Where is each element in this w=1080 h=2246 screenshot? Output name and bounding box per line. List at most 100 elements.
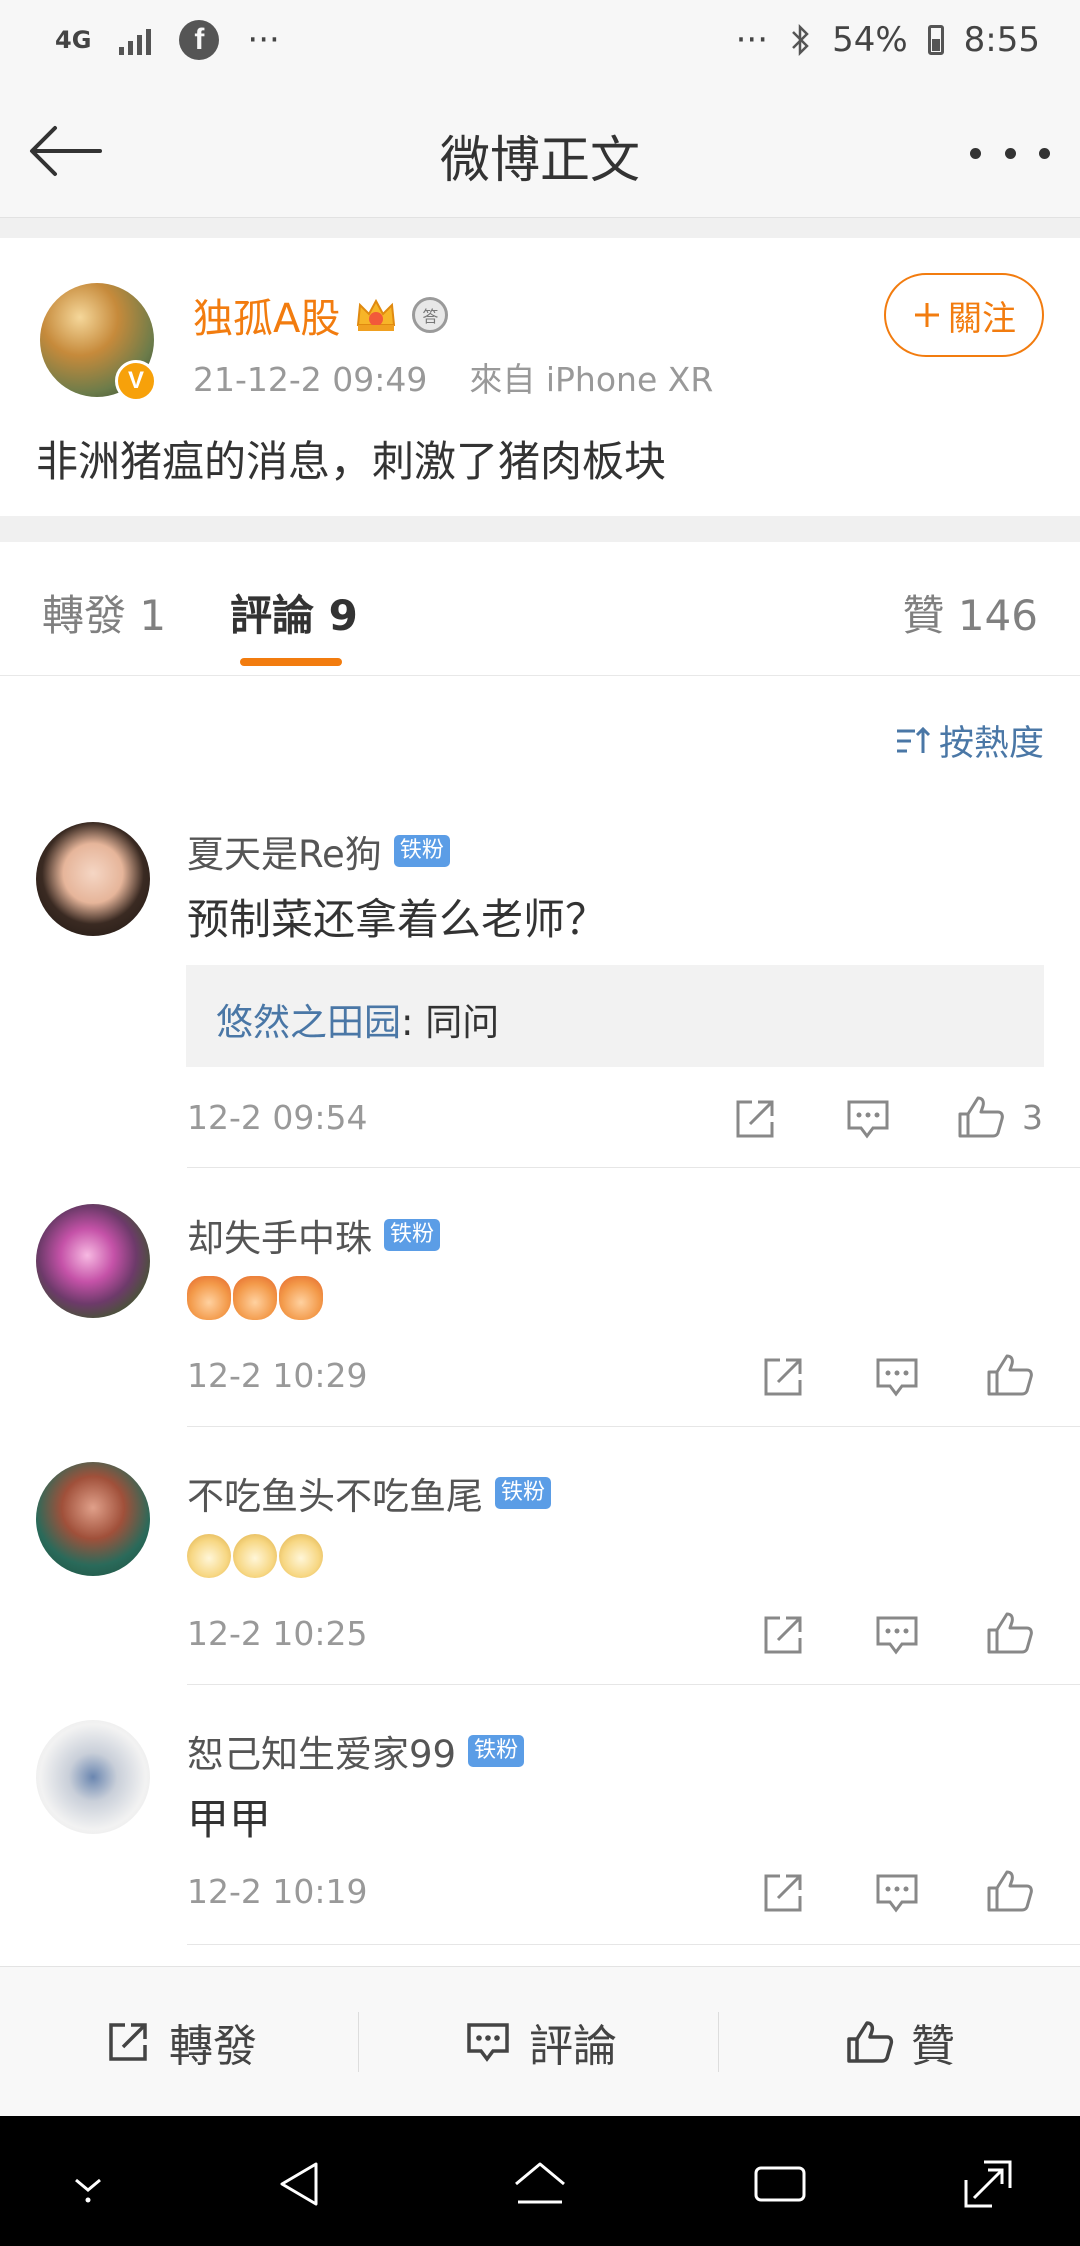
- comment-icon[interactable]: [843, 1094, 893, 1144]
- status-bar: 4G f ··· ··· 54% 8:55: [0, 0, 1080, 88]
- commenter-name[interactable]: 却失手中珠: [187, 1208, 372, 1262]
- commenter-name-row: 不吃鱼头不吃鱼尾 铁粉: [187, 1466, 552, 1520]
- more-dots-icon: [970, 147, 981, 159]
- commenter-avatar[interactable]: [36, 822, 150, 936]
- sort-label: 按熱度: [938, 724, 1044, 764]
- facebook-icon: f: [179, 20, 220, 60]
- comment-text: 预制菜还拿着么老师？: [187, 895, 608, 944]
- back-nav-icon[interactable]: [270, 2154, 330, 2214]
- comment-emoji-row: [187, 1270, 325, 1320]
- doge-icon: [279, 1533, 323, 1578]
- post-text: 非洲猪瘟的消息，刺激了猪肉板块: [36, 437, 667, 486]
- commenter-name-row: 恕己知生爱家99 铁粉: [187, 1724, 525, 1778]
- repost-icon[interactable]: [758, 1868, 808, 1918]
- separator: [718, 2012, 719, 2072]
- medal-icon: 答: [412, 297, 449, 333]
- like-icon: [847, 2021, 894, 2063]
- repost-label: 轉發: [169, 2021, 257, 2072]
- follow-button[interactable]: 關注: [884, 273, 1044, 357]
- commenter-name-row: 却失手中珠 铁粉: [187, 1208, 441, 1262]
- commenter-name[interactable]: 恕己知生爱家99: [187, 1724, 456, 1778]
- clock: 8:55: [963, 20, 1040, 60]
- system-nav-bar: [0, 2116, 1080, 2246]
- status-more: ···: [735, 20, 769, 60]
- recent-apps-icon[interactable]: [750, 2154, 810, 2214]
- comment-icon[interactable]: [872, 1868, 922, 1918]
- like-button[interactable]: 贊: [720, 1967, 1080, 2117]
- separator: [358, 2012, 359, 2072]
- follow-label: 關注: [948, 298, 1016, 339]
- comment-time: 12-2 10:29: [187, 1356, 368, 1395]
- fan-badge: 铁粉: [384, 1219, 441, 1251]
- notification-more: ···: [247, 20, 280, 60]
- post-source: 來自 iPhone XR: [469, 360, 714, 399]
- reply-separator: :: [401, 1001, 414, 1044]
- signal-icon: [119, 25, 152, 55]
- expand-icon[interactable]: [958, 2154, 1018, 2214]
- commenter-name[interactable]: 夏天是Re狗: [187, 824, 382, 878]
- commenter-avatar[interactable]: [36, 1720, 150, 1834]
- network-indicator: 4G: [55, 26, 92, 54]
- clapping-hands-icon: [279, 1275, 323, 1320]
- post-time: 21-12-2 09:49: [193, 360, 428, 399]
- like-label: 贊: [911, 2021, 955, 2072]
- reply-preview[interactable]: 悠然之田园: 同问: [186, 965, 1044, 1067]
- repost-icon[interactable]: [730, 1094, 780, 1144]
- crown-icon: [357, 298, 396, 331]
- comment-divider: [187, 1684, 1080, 1685]
- repost-button[interactable]: 轉發: [0, 1967, 360, 2117]
- author-name-row: 独孤A股 答: [193, 286, 449, 344]
- reply-author[interactable]: 悠然之田园: [216, 1001, 401, 1044]
- repost-icon: [109, 2023, 147, 2061]
- bottom-action-bar: 轉發 評論 贊: [0, 1966, 1080, 2116]
- tab-comments[interactable]: 評論 9: [230, 582, 358, 643]
- repost-icon[interactable]: [758, 1352, 808, 1402]
- comment-emoji-row: [187, 1528, 325, 1578]
- tab-bar: 轉發 1 評論 9 贊 146: [0, 542, 1080, 676]
- section-gap: [0, 516, 1080, 542]
- plus-icon: [915, 303, 939, 327]
- commenter-avatar[interactable]: [36, 1462, 150, 1576]
- tab-likes[interactable]: 贊 146: [902, 582, 1038, 643]
- like-icon[interactable]: [956, 1092, 1006, 1142]
- comment-icon[interactable]: [872, 1610, 922, 1660]
- author-name[interactable]: 独孤A股: [193, 286, 340, 344]
- comment-time: 12-2 09:54: [187, 1098, 368, 1137]
- clapping-hands-icon: [233, 1275, 277, 1320]
- tab-repost[interactable]: 轉發 1: [42, 582, 166, 643]
- like-count: 3: [1022, 1098, 1043, 1137]
- comment-divider: [187, 1426, 1080, 1427]
- comment-button[interactable]: 評論: [360, 1967, 720, 2117]
- like-icon[interactable]: [985, 1608, 1035, 1658]
- comment-label: 評論: [529, 2021, 617, 2072]
- comment-item: 却失手中珠 铁粉 12-2 10:29: [0, 1204, 1080, 1428]
- bluetooth-icon: [792, 23, 809, 57]
- repost-icon[interactable]: [758, 1610, 808, 1660]
- commenter-avatar[interactable]: [36, 1204, 150, 1318]
- doge-icon: [187, 1533, 231, 1578]
- fan-badge: 铁粉: [468, 1735, 525, 1767]
- battery-percent: 54%: [832, 20, 908, 60]
- commenter-name[interactable]: 不吃鱼头不吃鱼尾: [187, 1466, 483, 1520]
- post-card: V 独孤A股 答 21-12-2 09:49 來自 iPhone XR 關注 非…: [0, 238, 1080, 516]
- sort-button[interactable]: 按熱度: [895, 715, 1044, 766]
- fan-badge: 铁粉: [495, 1477, 552, 1509]
- home-nav-icon[interactable]: [510, 2154, 570, 2214]
- sort-icon: [896, 726, 931, 753]
- hide-keyboard-icon[interactable]: [58, 2154, 118, 2214]
- like-icon[interactable]: [985, 1350, 1035, 1400]
- comment-icon[interactable]: [872, 1352, 922, 1402]
- like-icon[interactable]: [985, 1866, 1035, 1916]
- comment-time: 12-2 10:19: [187, 1872, 368, 1911]
- comment-item: 夏天是Re狗 铁粉 预制菜还拿着么老师？ 悠然之田园: 同问 12-2 09:5…: [0, 820, 1080, 1168]
- doge-icon: [233, 1533, 277, 1578]
- commenter-name-row: 夏天是Re狗 铁粉: [187, 824, 450, 878]
- battery-icon: [927, 25, 944, 55]
- active-tab-indicator: [240, 658, 342, 666]
- reply-text: 同问: [413, 1001, 500, 1044]
- fan-badge: 铁粉: [393, 835, 450, 867]
- more-button[interactable]: [970, 128, 1050, 178]
- nav-bar: 微博正文: [0, 88, 1080, 218]
- comment-divider: [187, 1944, 1080, 1945]
- post-meta: 21-12-2 09:49 來自 iPhone XR: [193, 353, 713, 401]
